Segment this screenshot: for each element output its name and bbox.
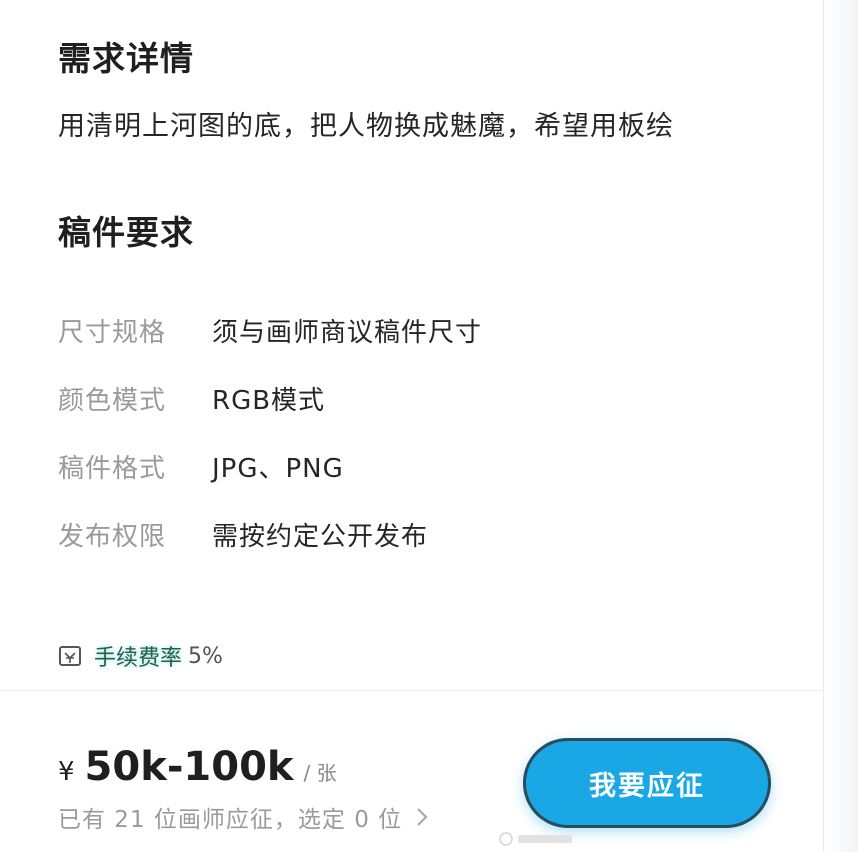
spec-row-publish: 发布权限 需按约定公开发布	[58, 516, 428, 553]
spec-label: 发布权限	[58, 522, 167, 552]
divider	[0, 690, 824, 691]
commission-detail-page: 需求详情 用清明上河图的底，把人物换成魅魔，希望用板绘 稿件要求 尺寸规格 须与…	[0, 0, 858, 852]
spec-row-size: 尺寸规格 须与画师商议稿件尺寸	[58, 312, 482, 349]
chevron-right-icon	[417, 808, 428, 826]
spec-label: 稿件格式	[58, 454, 167, 484]
applicants-text: 已有 21 位画师应征，选定 0 位	[58, 807, 403, 833]
fee-rate-value: 5%	[188, 643, 223, 669]
price-unit: / 张	[303, 761, 337, 785]
fee-label: 手续费率	[94, 646, 183, 671]
spec-label: 尺寸规格	[58, 318, 167, 348]
requirements-title: 稿件要求	[58, 213, 194, 252]
details-title: 需求详情	[58, 39, 194, 78]
fee-rate: 手续费率 5%	[58, 640, 223, 672]
details-description: 用清明上河图的底，把人物换成魅魔，希望用板绘	[58, 111, 674, 142]
apply-button[interactable]: 我要应征	[523, 738, 771, 828]
spec-value: 须与画师商议稿件尺寸	[212, 318, 483, 348]
weibo-watermark-icon	[499, 832, 572, 846]
spec-label: 颜色模式	[58, 386, 167, 416]
page-edge	[823, 0, 858, 852]
spec-value: RGB模式	[212, 386, 326, 416]
spec-row-format: 稿件格式 JPG、PNG	[58, 448, 344, 485]
price-range: ¥ 50k-100k / 张	[58, 744, 337, 790]
spec-value: 需按约定公开发布	[212, 522, 429, 552]
price-amount: 50k-100k	[84, 744, 294, 790]
applicants-link[interactable]: 已有 21 位画师应征，选定 0 位	[58, 800, 428, 834]
fee-receipt-icon	[59, 646, 81, 666]
watermark-logo	[498, 830, 578, 850]
currency-symbol: ¥	[58, 757, 75, 787]
spec-value: JPG、PNG	[212, 454, 344, 484]
spec-row-color-mode: 颜色模式 RGB模式	[58, 380, 325, 417]
